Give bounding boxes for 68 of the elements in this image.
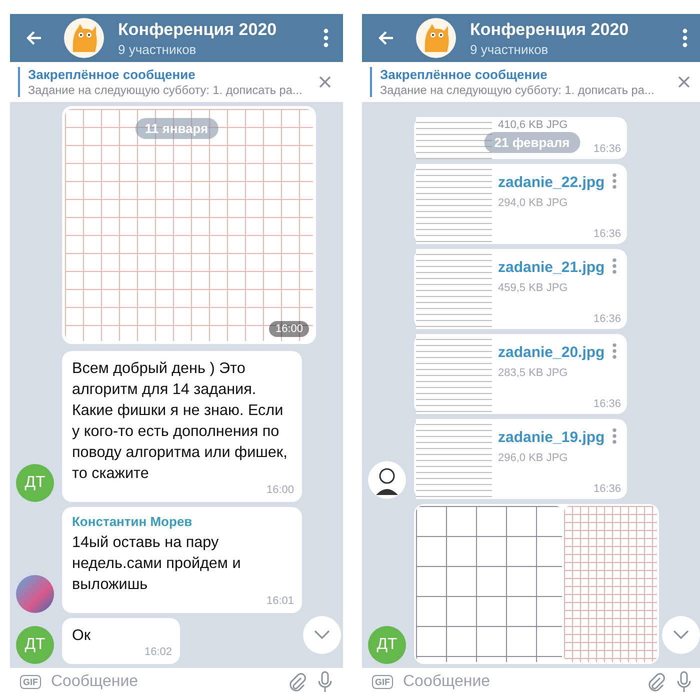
chat-title: Конференция 2020 xyxy=(118,20,278,40)
file-name[interactable]: zadanie_20.jpg xyxy=(498,344,605,361)
microphone-icon[interactable] xyxy=(317,670,333,692)
file-name[interactable]: zadanie_19.jpg xyxy=(498,429,605,446)
paperclip-icon[interactable] xyxy=(287,672,307,692)
document-thumbnail[interactable] xyxy=(416,249,492,329)
file-name[interactable]: zadanie_22.jpg xyxy=(498,174,605,191)
document-thumbnail[interactable] xyxy=(416,419,492,499)
cat-avatar-icon[interactable] xyxy=(64,18,104,58)
user-avatar[interactable]: ДТ xyxy=(16,626,54,664)
gif-button[interactable]: GIF xyxy=(20,674,41,688)
message-time: 16:00 xyxy=(266,484,294,496)
microphone-icon[interactable] xyxy=(676,670,692,692)
message-time: 16:36 xyxy=(593,143,621,155)
message-time: 16:36 xyxy=(593,228,621,240)
pinned-text: Задание на следующую субботу: 1. дописать ра... xyxy=(380,83,656,97)
message-input[interactable]: Сообщение xyxy=(403,672,636,690)
chat-title: Конференция 2020 xyxy=(470,20,630,40)
message-time: 16:36 xyxy=(593,483,621,495)
close-icon[interactable] xyxy=(678,76,690,88)
pinned-text: Задание на следующую субботу: 1. дописать ра... xyxy=(28,83,304,97)
date-pill: 11 января xyxy=(134,118,218,139)
scroll-down-button[interactable] xyxy=(303,616,341,654)
message-time: 16:36 xyxy=(593,398,621,410)
more-menu-icon[interactable] xyxy=(612,172,617,190)
scroll-down-button[interactable] xyxy=(662,616,700,654)
user-avatar[interactable]: ДТ xyxy=(16,464,54,502)
close-icon[interactable] xyxy=(319,76,331,88)
date-pill: 21 февраля xyxy=(484,132,580,153)
pinned-message-bar[interactable]: Закреплённое сообщение Задание на следующую субботу: 1. дописать ра... xyxy=(10,62,343,102)
more-menu-icon[interactable] xyxy=(612,427,617,445)
document-thumbnail[interactable] xyxy=(416,117,492,159)
cat-avatar-icon[interactable] xyxy=(416,18,456,58)
person-avatar-icon[interactable] xyxy=(368,461,406,499)
file-size: 410,6 KB JPG xyxy=(498,119,568,131)
photo-placeholder[interactable] xyxy=(564,506,657,662)
member-count: 9 участников xyxy=(118,42,198,56)
file-size: 294,0 KB JPG xyxy=(498,197,569,209)
message-text: Ок xyxy=(72,626,92,646)
message-time: 16:02 xyxy=(144,646,172,658)
message-time: 16:00 xyxy=(269,321,309,337)
document-thumbnail[interactable] xyxy=(416,334,492,414)
sender-name[interactable]: Константин Морев xyxy=(72,514,294,529)
file-size: 459,5 KB JPG xyxy=(498,282,569,294)
file-name[interactable]: zadanie_21.jpg xyxy=(498,259,605,276)
avatar-photo-placeholder[interactable] xyxy=(16,575,54,613)
message-time: 16:01 xyxy=(266,595,294,607)
message-time: 16:36 xyxy=(593,313,621,325)
pinned-label: Закреплённое сообщение xyxy=(380,67,548,82)
message-text: Всем добрый день ) Это алгоритм для 14 задания. Какие фишки я не знаю. Если у кого-то есть дополнения по поводу алгоритма или фишек, то скажите xyxy=(72,359,288,484)
more-menu-icon[interactable] xyxy=(682,28,688,48)
document-thumbnail[interactable] xyxy=(416,164,492,244)
file-size: 283,5 KB JPG xyxy=(498,367,569,379)
pinned-message-bar[interactable]: Закреплённое сообщение Задание на следующую субботу: 1. дописать ра... xyxy=(362,62,700,102)
more-menu-icon[interactable] xyxy=(323,28,329,48)
message-input[interactable]: Сообщение xyxy=(51,672,277,690)
user-avatar[interactable]: ДТ xyxy=(368,626,406,664)
photo-placeholder[interactable] xyxy=(416,506,562,662)
message-text: 14ый оставь на пару недель.сами пройдем и выложишь xyxy=(72,533,242,595)
gif-button[interactable]: GIF xyxy=(372,674,393,688)
chevron-down-icon xyxy=(314,630,330,640)
more-menu-icon[interactable] xyxy=(612,257,617,275)
paperclip-icon[interactable] xyxy=(646,672,666,692)
chevron-down-icon xyxy=(673,630,689,640)
member-count: 9 участников xyxy=(470,42,550,56)
more-menu-icon[interactable] xyxy=(612,342,617,360)
pinned-label: Закреплённое сообщение xyxy=(28,67,196,82)
file-size: 296,0 KB JPG xyxy=(498,452,569,464)
